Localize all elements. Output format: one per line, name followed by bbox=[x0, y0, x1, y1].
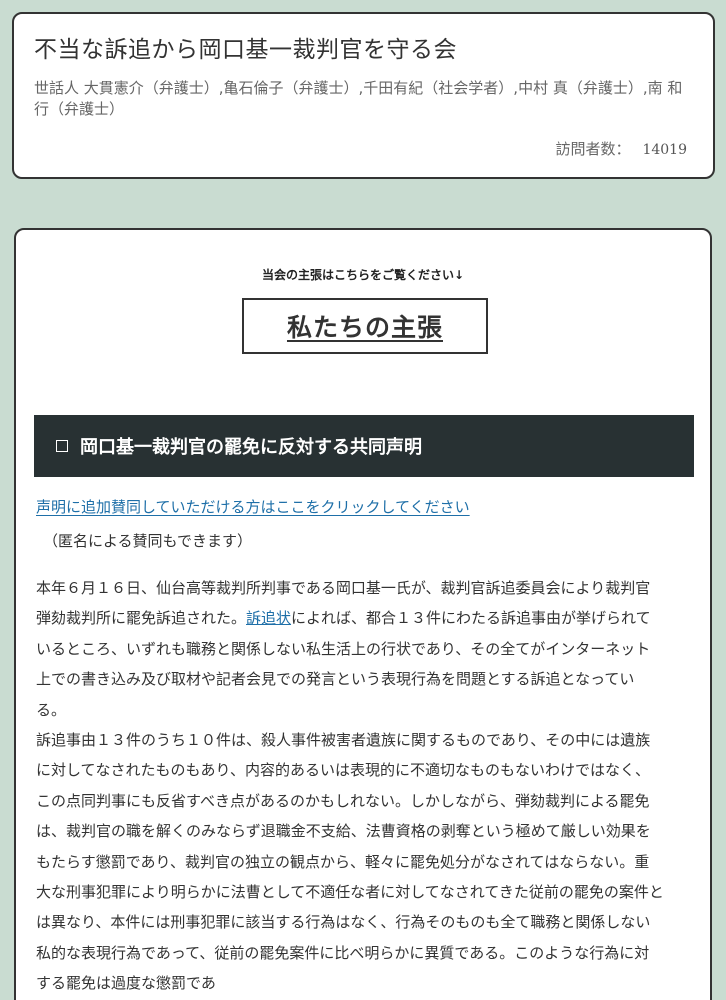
visitor-counter-value: 14019 bbox=[642, 142, 687, 158]
statement-body: 本年６月１６日、仙台高等裁判所判事である岡口基一氏が、裁判官訴追委員会により裁判… bbox=[36, 573, 664, 999]
visitor-counter: 訪問者数： 14019 bbox=[555, 138, 687, 159]
statement-paragraph-2: 訴追事由１３件のうち１０件は、殺人事件被害者遺族に関するものであり、その中には遺… bbox=[36, 731, 664, 993]
square-icon bbox=[56, 440, 68, 452]
site-header: 不当な訴追から岡口基一裁判官を守る会 世話人 大貫憲介（弁護士）,亀石倫子（弁護… bbox=[12, 12, 715, 179]
our-claims-button[interactable]: 私たちの主張 bbox=[242, 298, 488, 354]
endorse-link[interactable]: 声明に追加賛同していただける方はここをクリックしてください bbox=[36, 496, 470, 517]
section-heading-text: 岡口基一裁判官の罷免に反対する共同声明 bbox=[80, 437, 422, 458]
statement-paragraph-1: 本年６月１６日、仙台高等裁判所判事である岡口基一氏が、裁判官訴追委員会により裁判… bbox=[36, 579, 651, 719]
indictment-link[interactable]: 訴追状 bbox=[246, 609, 291, 627]
intro-text: 当会の主張はこちらをご覧ください↓ bbox=[261, 268, 465, 282]
main-content: 当会の主張はこちらをご覧ください↓ 私たちの主張 岡口基一裁判官の罷免に反対する… bbox=[14, 228, 712, 1000]
visitor-counter-label: 訪問者数： bbox=[555, 140, 631, 158]
site-title[interactable]: 不当な訴追から岡口基一裁判官を守る会 bbox=[34, 34, 693, 66]
section-heading: 岡口基一裁判官の罷免に反対する共同声明 bbox=[34, 415, 694, 477]
anonymous-note: （匿名による賛同もできます） bbox=[43, 532, 252, 550]
caretakers-list: 世話人 大貫憲介（弁護士）,亀石倫子（弁護士）,千田有紀（社会学者）,中村 真（… bbox=[34, 79, 683, 118]
